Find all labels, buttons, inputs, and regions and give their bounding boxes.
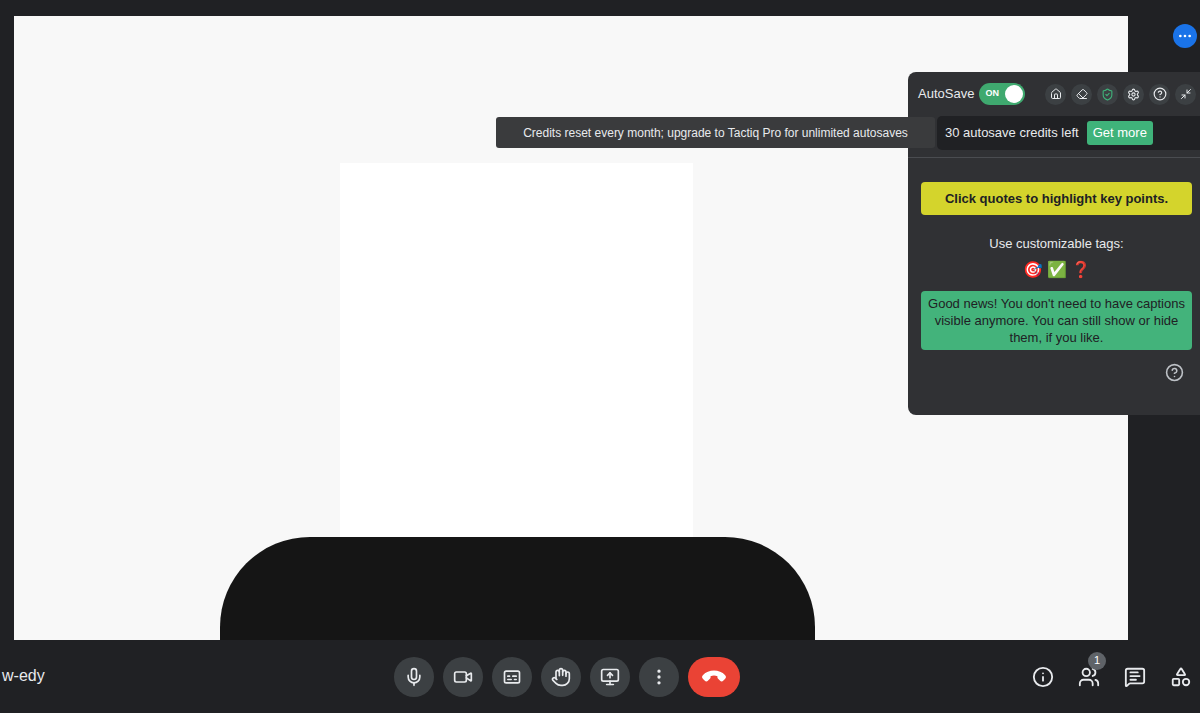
panel-header: AutoSaveON bbox=[908, 72, 1200, 116]
more-vertical-icon bbox=[649, 667, 669, 687]
info-icon bbox=[1032, 666, 1054, 688]
present-icon bbox=[600, 667, 620, 687]
autosave-label: AutoSave bbox=[918, 84, 974, 104]
ellipsis-icon bbox=[1177, 28, 1193, 44]
tag[interactable]: ❓ bbox=[1071, 260, 1091, 280]
more-options-button[interactable] bbox=[639, 657, 679, 697]
participant-count-badge: 1 bbox=[1088, 652, 1106, 670]
control-bar: w-edy 1 bbox=[0, 640, 1200, 713]
tip-box: Click quotes to highlight key points. bbox=[921, 182, 1192, 215]
extension-menu-button[interactable] bbox=[1173, 24, 1197, 48]
mic-button[interactable] bbox=[394, 657, 434, 697]
people-button[interactable]: 1 bbox=[1078, 666, 1100, 688]
camera-button[interactable] bbox=[443, 657, 483, 697]
captions-icon bbox=[502, 667, 522, 687]
hand-icon bbox=[551, 667, 571, 687]
meet-window: w-edy1AutoSaveON30 autosave credits left… bbox=[0, 0, 1200, 713]
meeting-code: w-edy bbox=[2, 667, 45, 684]
help-icon[interactable] bbox=[1165, 363, 1184, 382]
end-call-icon bbox=[700, 662, 728, 690]
tactiq-panel: AutoSaveON 30 autosave credits left Get mo… bbox=[908, 72, 1200, 415]
camera-icon bbox=[453, 667, 473, 687]
mic-icon bbox=[404, 667, 424, 687]
chat-icon bbox=[1124, 666, 1146, 688]
help-icon bbox=[1153, 87, 1167, 101]
minimize-button[interactable] bbox=[1175, 84, 1196, 105]
person-shirt bbox=[220, 537, 815, 640]
present-button[interactable] bbox=[590, 657, 630, 697]
chat-button[interactable] bbox=[1124, 666, 1146, 688]
tag[interactable]: ✅ bbox=[1047, 260, 1067, 280]
end-call-button[interactable] bbox=[688, 657, 740, 697]
credits-box: 30 autosave credits left Get more bbox=[937, 116, 1200, 150]
credits-text: 30 autosave credits left bbox=[945, 123, 1079, 143]
raise-hand-button[interactable] bbox=[541, 657, 581, 697]
shield-icon bbox=[1101, 88, 1114, 101]
get-more-button[interactable]: Get more bbox=[1087, 121, 1153, 145]
eraser-icon bbox=[1076, 88, 1088, 100]
credits-tooltip: Credits reset every month; upgrade to Ta… bbox=[496, 117, 935, 148]
tag[interactable]: 🎯 bbox=[1023, 260, 1043, 280]
divider bbox=[908, 157, 1200, 158]
autosave-toggle[interactable]: ON bbox=[979, 83, 1025, 105]
tags-label: Use customizable tags: bbox=[921, 234, 1192, 254]
help-button[interactable] bbox=[1149, 84, 1170, 105]
settings-button[interactable] bbox=[1123, 84, 1144, 105]
info-button[interactable] bbox=[1032, 666, 1054, 688]
eraser-button[interactable] bbox=[1071, 84, 1092, 105]
activities-button[interactable] bbox=[1170, 666, 1192, 688]
home-button[interactable] bbox=[1045, 84, 1066, 105]
shield-button[interactable] bbox=[1097, 84, 1118, 105]
notice-box: Good news! You don't need to have captio… bbox=[921, 291, 1192, 350]
gear-icon bbox=[1127, 88, 1140, 101]
activities-icon bbox=[1170, 666, 1192, 688]
captions-button[interactable] bbox=[492, 657, 532, 697]
tags-row: 🎯✅❓ bbox=[921, 260, 1192, 280]
home-icon bbox=[1050, 88, 1062, 100]
blurred-face bbox=[340, 163, 693, 537]
minimize-icon bbox=[1180, 88, 1192, 100]
